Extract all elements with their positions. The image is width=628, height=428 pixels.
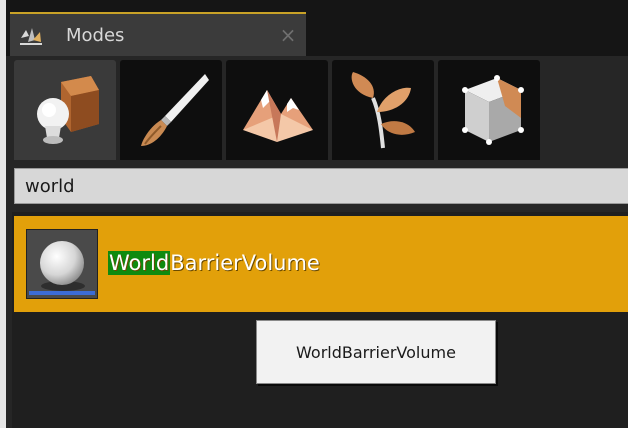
sphere-icon <box>40 241 85 291</box>
cube-edit-icon <box>462 75 524 145</box>
landscape-mode-button[interactable] <box>226 60 328 160</box>
asset-type-bar <box>29 291 95 295</box>
search-input[interactable] <box>15 169 628 203</box>
result-label: WorldBarrierVolume <box>108 250 320 276</box>
tab-title: Modes <box>66 25 125 46</box>
result-thumbnail <box>26 229 98 299</box>
paintbrush-icon <box>141 74 209 146</box>
list-item[interactable]: WorldBarrierVolume <box>14 216 628 312</box>
modes-icon <box>20 28 42 45</box>
result-label-rest: BarrierVolume <box>170 251 320 275</box>
tab-modes[interactable]: Modes × <box>10 12 306 56</box>
leaf-branch-icon <box>351 72 415 149</box>
foliage-mode-button[interactable] <box>332 60 434 160</box>
geometry-mode-button[interactable] <box>438 60 540 160</box>
close-icon[interactable]: × <box>276 22 300 48</box>
place-actors-icon <box>37 76 99 144</box>
tooltip-text: WorldBarrierVolume <box>296 342 456 362</box>
place-mode-button[interactable] <box>14 60 116 160</box>
search-box[interactable] <box>14 168 628 204</box>
paint-mode-button[interactable] <box>120 60 222 160</box>
tooltip: WorldBarrierVolume <box>256 320 496 384</box>
search-match-highlight: World <box>108 251 171 275</box>
mountains-icon <box>243 90 313 142</box>
